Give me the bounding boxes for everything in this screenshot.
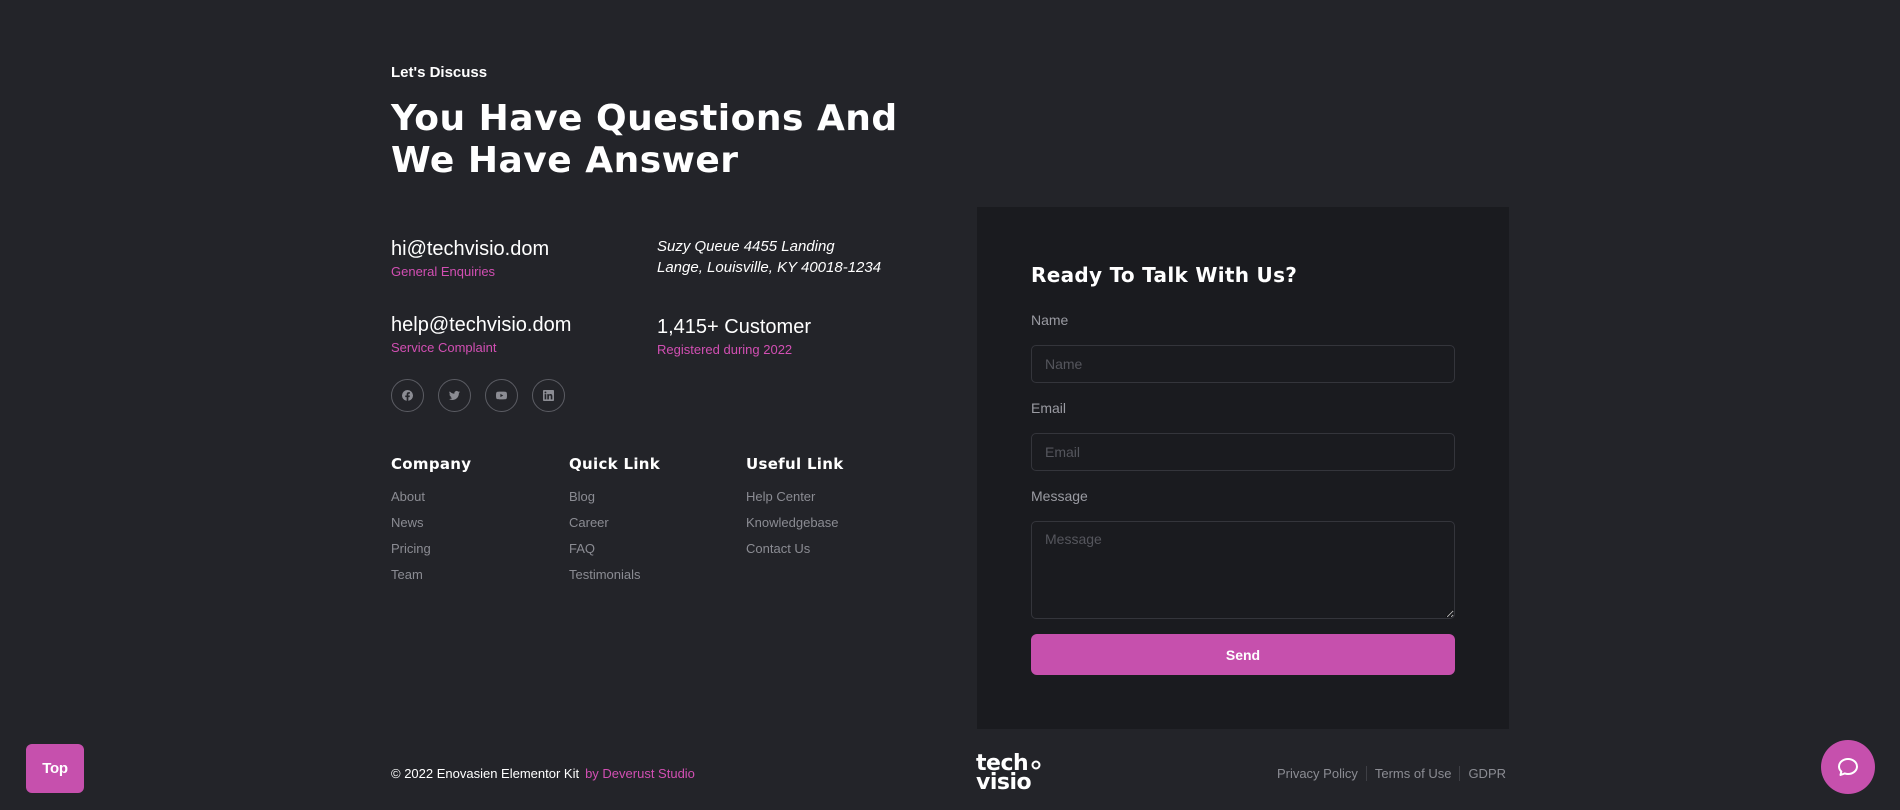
logo-node-icon xyxy=(1031,760,1041,770)
link-faq[interactable]: FAQ xyxy=(569,541,660,567)
address-contact: Suzy Queue 4455 Landing Lange, Louisvill… xyxy=(657,236,881,278)
company-links: Company About News Pricing Team xyxy=(391,455,471,593)
gdpr-link[interactable]: GDPR xyxy=(1459,766,1506,781)
link-pricing[interactable]: Pricing xyxy=(391,541,471,567)
link-contact-us[interactable]: Contact Us xyxy=(746,541,844,567)
email-label: Email xyxy=(1031,400,1067,416)
form-title: Ready To Talk With Us? xyxy=(1031,263,1298,287)
general-email-label: General Enquiries xyxy=(391,264,496,279)
chat-bubble-icon xyxy=(1838,758,1858,776)
facebook-link[interactable] xyxy=(391,379,424,412)
useful-link-title: Useful Link xyxy=(746,455,844,473)
copyright: © 2022 Enovasien Elementor Kit by Deverus… xyxy=(391,766,695,781)
name-input[interactable] xyxy=(1031,345,1455,383)
link-about[interactable]: About xyxy=(391,489,471,515)
support-email-label: Service Complaint xyxy=(391,340,497,355)
link-help-center[interactable]: Help Center xyxy=(746,489,844,515)
link-team[interactable]: Team xyxy=(391,567,471,593)
twitter-link[interactable] xyxy=(438,379,471,412)
service-complaint-contact: help@techvisio.dom Service Complaint xyxy=(391,314,571,355)
logo-line-2: visio xyxy=(976,770,1032,795)
message-textarea[interactable] xyxy=(1031,521,1455,619)
back-to-top-button[interactable]: Top xyxy=(26,744,84,793)
quick-links: Quick Link Blog Career FAQ Testimonials xyxy=(569,455,660,593)
techvisio-logo[interactable]: tech visio xyxy=(976,753,1046,796)
studio-link[interactable]: by Deverust Studio xyxy=(585,766,695,781)
link-news[interactable]: News xyxy=(391,515,471,541)
social-links xyxy=(391,379,565,412)
linkedin-link[interactable] xyxy=(532,379,565,412)
facebook-icon xyxy=(402,390,413,401)
privacy-policy-link[interactable]: Privacy Policy xyxy=(1269,766,1366,781)
linkedin-icon xyxy=(543,390,554,401)
section-kicker: Let's Discuss xyxy=(391,64,488,81)
twitter-icon xyxy=(449,390,460,400)
support-email[interactable]: help@techvisio.dom xyxy=(391,314,571,337)
copyright-text: © 2022 Enovasien Elementor Kit xyxy=(391,766,580,781)
name-label: Name xyxy=(1031,312,1069,328)
company-title: Company xyxy=(391,455,472,473)
link-career[interactable]: Career xyxy=(569,515,660,541)
link-blog[interactable]: Blog xyxy=(569,489,660,515)
send-button[interactable]: Send xyxy=(1031,634,1455,675)
chat-button[interactable] xyxy=(1821,740,1875,794)
quick-link-title: Quick Link xyxy=(569,455,661,473)
general-enquiries-contact: hi@techvisio.dom General Enquiries xyxy=(391,238,549,279)
customer-count: 1,415+ Customer xyxy=(657,316,811,338)
link-knowledgebase[interactable]: Knowledgebase xyxy=(746,515,844,541)
email-input[interactable] xyxy=(1031,433,1455,471)
address-line-1: Suzy Queue 4455 Landing xyxy=(657,238,835,255)
section-headline: You Have Questions And We Have Answer xyxy=(391,98,898,181)
link-testimonials[interactable]: Testimonials xyxy=(569,567,660,593)
message-label: Message xyxy=(1031,488,1088,504)
contact-form-card: Ready To Talk With Us? Name Email Messag… xyxy=(977,207,1509,729)
customer-count-label: Registered during 2022 xyxy=(657,342,793,357)
youtube-icon xyxy=(496,391,507,400)
general-email[interactable]: hi@techvisio.dom xyxy=(391,238,549,261)
youtube-link[interactable] xyxy=(485,379,518,412)
address-line-2: Lange, Louisville, KY 40018-1234 xyxy=(657,259,882,276)
customer-stat: 1,415+ Customer Registered during 2022 xyxy=(657,316,811,357)
useful-links: Useful Link Help Center Knowledgebase Co… xyxy=(746,455,844,567)
terms-of-use-link[interactable]: Terms of Use xyxy=(1365,766,1460,781)
legal-links: Privacy Policy Terms of Use GDPR xyxy=(1269,766,1506,781)
